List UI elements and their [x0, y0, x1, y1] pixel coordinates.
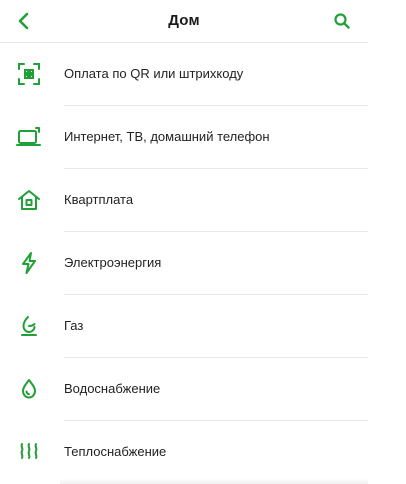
list-item-internet-tv-phone[interactable]: Интернет, ТВ, домашний телефон [0, 106, 368, 169]
search-icon [334, 13, 350, 29]
list-item-label: Квартплата [64, 192, 134, 207]
list-item-qr-payment[interactable]: Оплата по QR или штрихкоду [0, 43, 368, 106]
house-icon [16, 187, 42, 213]
category-list: Оплата по QR или штрихкоду Интернет, ТВ,… [0, 43, 368, 484]
screen: Дом Оплата по QR или штрихкоду Интернет,… [0, 0, 370, 484]
top-bar: Дом [0, 0, 368, 42]
bottom-edge-shadow [60, 478, 370, 484]
heat-waves-icon [16, 439, 42, 465]
search-button[interactable] [330, 9, 354, 33]
list-item-rent[interactable]: Квартплата [0, 169, 368, 232]
flame-icon [16, 313, 42, 339]
list-item-label: Оплата по QR или штрихкоду [64, 66, 244, 81]
list-item-label: Электроэнергия [64, 255, 162, 270]
background-margin [368, 0, 406, 484]
list-item-label: Теплоснабжение [64, 444, 167, 459]
lightning-icon [16, 250, 42, 276]
qr-scan-icon [16, 61, 42, 87]
tv-icon [16, 124, 42, 150]
list-item-electricity[interactable]: Электроэнергия [0, 232, 368, 295]
page-title: Дом [168, 12, 200, 29]
list-item-label: Водоснабжение [64, 381, 161, 396]
list-item-label: Газ [64, 318, 84, 333]
water-drop-icon [16, 376, 42, 402]
list-item-label: Интернет, ТВ, домашний телефон [64, 129, 270, 144]
list-item-gas[interactable]: Газ [0, 295, 368, 358]
list-item-heating[interactable]: Теплоснабжение [0, 421, 368, 484]
list-item-water[interactable]: Водоснабжение [0, 358, 368, 421]
